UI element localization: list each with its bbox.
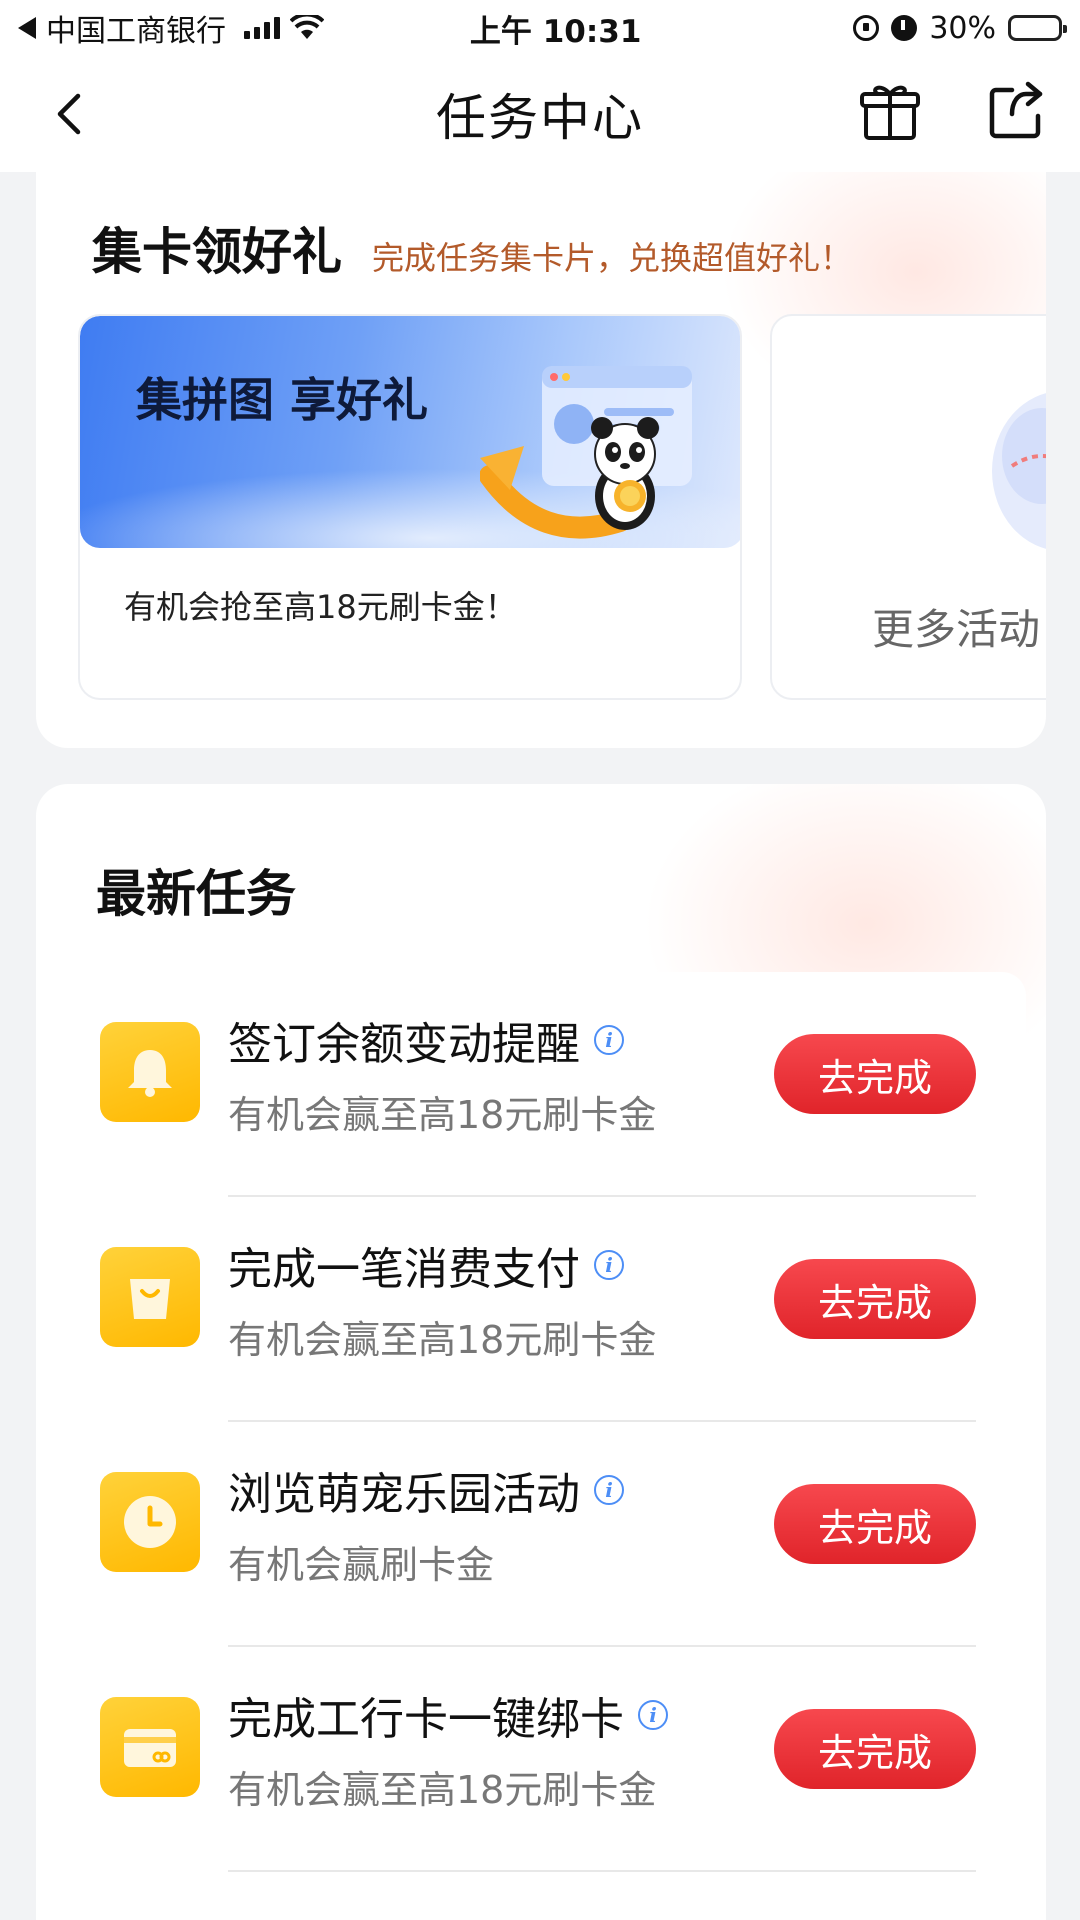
promo-banner: 集拼图 享好礼 — [80, 316, 740, 548]
nav-bar: 任务中心 — [0, 56, 1080, 172]
puzzle-promo-card[interactable]: 集拼图 享好礼 有机会抢至高18元刷卡金！ — [78, 314, 742, 700]
promo-description: 有机会抢至高18元刷卡金！ — [124, 588, 517, 626]
card-section-subtitle: 完成任务集卡片，兑换超值好礼！ — [372, 239, 853, 277]
info-icon[interactable]: i — [594, 1250, 624, 1280]
task-name: 完成一笔消费支付 i — [228, 1233, 624, 1297]
panda-illustration-icon — [480, 366, 692, 539]
info-icon[interactable]: i — [594, 1025, 624, 1055]
task-name: 签订余额变动提醒 i — [228, 1008, 624, 1072]
complete-task-button[interactable]: 去完成 — [774, 1709, 976, 1789]
status-bar: 中国工商银行 上午 10:31 30% — [0, 0, 1080, 56]
carrier-label: 中国工商银行 — [46, 14, 226, 49]
alarm-icon — [891, 15, 918, 41]
card-section-header: 集卡领好礼 完成任务集卡片，兑换超值好礼！ — [92, 212, 852, 284]
more-activities-label: 更多活动 — [872, 605, 1041, 654]
task-row: 浏览萌宠乐园活动 i 有机会赢刷卡金 去完成 — [60, 1422, 1026, 1647]
status-right: 30% — [853, 10, 1067, 46]
complete-task-button[interactable]: 去完成 — [774, 1484, 976, 1564]
latest-tasks-section: 最新任务 签订余额变动提醒 i 有机会赢至高18元刷卡金 去完成 完成一笔消费支… — [36, 784, 1046, 1920]
battery-icon — [1008, 15, 1067, 41]
back-to-app-icon[interactable] — [18, 17, 36, 39]
task-name-text: 签订余额变动提醒 — [228, 1019, 580, 1070]
task-row: 完成一笔消费支付 i 有机会赢至高18元刷卡金 去完成 — [60, 1197, 1026, 1422]
task-list: 签订余额变动提醒 i 有机会赢至高18元刷卡金 去完成 完成一笔消费支付 i 有… — [60, 972, 1026, 1872]
task-name-text: 浏览萌宠乐园活动 — [228, 1469, 580, 1520]
status-left: 中国工商银行 — [18, 6, 398, 50]
battery-percent: 30% — [929, 10, 996, 46]
complete-task-button[interactable]: 去完成 — [774, 1259, 976, 1339]
task-description: 有机会赢至高18元刷卡金 — [228, 1318, 657, 1362]
task-name: 完成工行卡一键绑卡 i — [228, 1683, 668, 1747]
task-name-text: 完成一笔消费支付 — [228, 1244, 580, 1295]
task-description: 有机会赢至高18元刷卡金 — [228, 1768, 657, 1812]
promo-banner-title: 集拼图 享好礼 — [136, 373, 429, 427]
shopping-bag-icon — [100, 1247, 200, 1347]
task-name-text: 完成工行卡一键绑卡 — [228, 1694, 624, 1745]
bank-card-icon — [100, 1697, 200, 1797]
card-collect-section: 集卡领好礼 完成任务集卡片，兑换超值好礼！ 集拼图 享好礼 有机会抢至高18元刷… — [36, 172, 1046, 748]
more-activities-illustration-icon — [992, 393, 1046, 549]
signal-icon — [244, 17, 280, 39]
wifi-icon — [290, 15, 324, 39]
info-icon[interactable]: i — [594, 1475, 624, 1505]
complete-task-button[interactable]: 去完成 — [774, 1034, 976, 1114]
back-arrow-icon[interactable] — [48, 90, 96, 138]
share-icon[interactable] — [984, 80, 1048, 144]
tasks-section-title: 最新任务 — [96, 865, 296, 923]
clock: 上午 10:31 — [469, 13, 642, 50]
page-title: 任务中心 — [436, 89, 644, 147]
more-activities-card[interactable]: 更多活动 — [770, 314, 1046, 700]
divider — [228, 1870, 976, 1872]
clock-icon — [100, 1472, 200, 1572]
task-name: 浏览萌宠乐园活动 i — [228, 1458, 624, 1522]
bell-icon — [100, 1022, 200, 1122]
card-section-title: 集卡领好礼 — [92, 223, 342, 281]
task-description: 有机会赢刷卡金 — [228, 1543, 495, 1587]
gift-icon[interactable] — [858, 80, 922, 144]
task-row: 签订余额变动提醒 i 有机会赢至高18元刷卡金 去完成 — [60, 972, 1026, 1197]
task-row: 完成工行卡一键绑卡 i 有机会赢至高18元刷卡金 去完成 — [60, 1647, 1026, 1872]
info-icon[interactable]: i — [638, 1700, 668, 1730]
task-description: 有机会赢至高18元刷卡金 — [228, 1093, 657, 1137]
rotation-lock-icon — [853, 15, 880, 41]
